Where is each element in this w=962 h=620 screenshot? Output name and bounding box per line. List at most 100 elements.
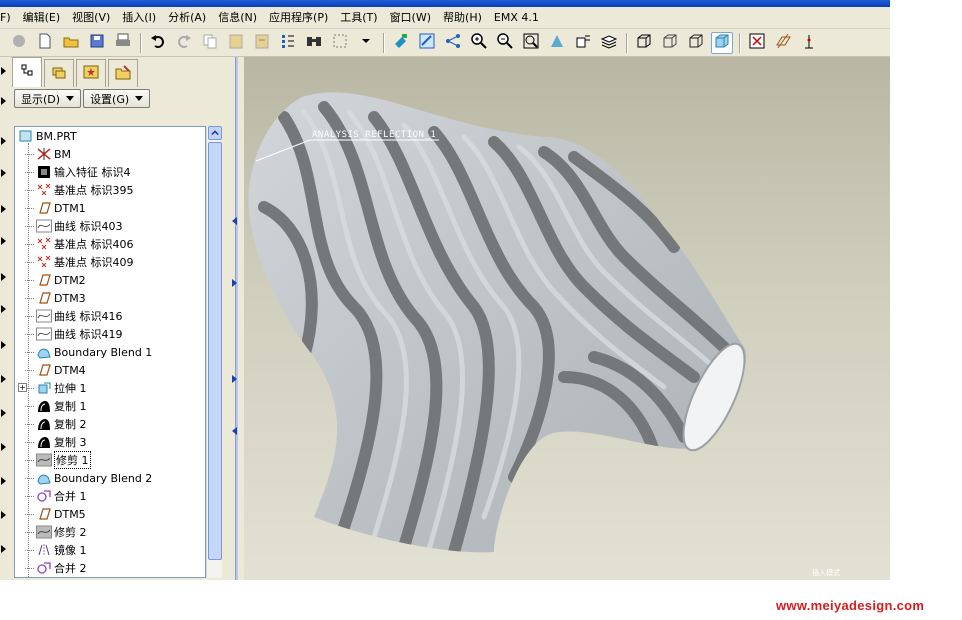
tree-item[interactable]: 合并 1 [25, 487, 87, 505]
expand-arrow-icon[interactable] [1, 375, 6, 383]
repaint-button[interactable] [390, 32, 412, 54]
tree-item[interactable]: + 拉伸 1 [18, 379, 87, 397]
tree-item[interactable]: 曲线 标识416 [25, 307, 123, 325]
expand-arrow-icon[interactable] [1, 273, 6, 281]
tree-item[interactable]: 曲线 标识419 [25, 325, 123, 343]
navigator-tab[interactable] [76, 59, 106, 87]
menu-item[interactable]: 帮助(H) [437, 7, 488, 29]
orient-button[interactable] [442, 32, 464, 54]
expand-arrow-icon[interactable] [1, 137, 6, 145]
tree-item[interactable]: DTM4 [25, 361, 86, 379]
graphics-viewport[interactable]: ANALYSIS_REFLECTION_1 插入模式 [244, 57, 890, 580]
shading-button[interactable] [711, 31, 733, 54]
expand-arrow-icon[interactable] [1, 169, 6, 177]
open-session-button[interactable] [8, 32, 30, 54]
datum-planes-button[interactable] [746, 32, 768, 54]
expand-arrow-icon[interactable] [1, 67, 6, 75]
analysis-annotation[interactable]: ANALYSIS_REFLECTION_1 [312, 130, 436, 140]
reorient-button[interactable] [546, 32, 568, 54]
tree-item[interactable]: Boundary Blend 2 [25, 469, 152, 487]
expand-arrow-icon[interactable] [1, 305, 6, 313]
scroll-thumb[interactable] [208, 142, 222, 560]
redo-button[interactable] [173, 32, 195, 54]
zoom-out-button[interactable] [494, 32, 516, 54]
wireframe-button[interactable] [633, 32, 655, 54]
select-box-button[interactable] [329, 32, 351, 54]
tree-item[interactable]: 复制 2 [25, 415, 87, 433]
datum-axes-button[interactable] [772, 32, 794, 54]
tree-item[interactable]: 合并 2 [25, 559, 87, 577]
tree-item[interactable]: 镜像 1 [25, 541, 87, 559]
datum-points-button[interactable] [798, 32, 820, 54]
expand-arrow-icon[interactable] [1, 511, 6, 519]
scroll-up-button[interactable] [208, 126, 222, 140]
expand-node-icon[interactable]: + [18, 383, 27, 392]
settings-dropdown-button[interactable]: 设置(G) [83, 89, 151, 108]
expand-arrow-icon[interactable] [1, 477, 6, 485]
tree-item[interactable]: 基准点 标识409 [25, 253, 134, 271]
hidden-line-button[interactable] [659, 32, 681, 54]
tree-item[interactable]: DTM2 [25, 271, 86, 289]
print-button[interactable] [112, 32, 134, 54]
menu-item[interactable]: 插入(I) [116, 7, 162, 29]
expand-arrow-icon[interactable] [1, 443, 6, 451]
tree-item[interactable]: DTM3 [25, 289, 86, 307]
expand-arrow-icon[interactable] [1, 237, 6, 245]
tree-item[interactable]: DTM1 [25, 199, 86, 217]
no-hidden-button[interactable] [685, 32, 707, 54]
tree-item[interactable]: Boundary Blend 1 [25, 343, 152, 361]
refit-button[interactable] [520, 32, 542, 54]
saved-views-button[interactable] [572, 32, 594, 54]
new-file-button[interactable] [34, 32, 56, 54]
menu-item[interactable]: 工具(T) [334, 7, 383, 29]
menu-item[interactable]: 应用程序(P) [263, 7, 334, 29]
menu-item[interactable]: F) [0, 7, 17, 29]
expand-right-icon[interactable] [232, 375, 237, 383]
tree-item[interactable]: 基准点 标识395 [25, 181, 134, 199]
tree-item[interactable]: 曲线 标识403 [25, 217, 123, 235]
menu-item[interactable]: 分析(A) [162, 7, 212, 29]
tree-root-label: BM.PRT [36, 129, 77, 143]
tree-root[interactable]: BM.PRT [17, 127, 77, 145]
menu-item[interactable]: EMX 4.1 [488, 7, 545, 29]
menu-item[interactable]: 信息(N) [212, 7, 263, 29]
panel-splitter[interactable] [228, 57, 244, 580]
undo-button[interactable] [147, 32, 169, 54]
model-tree-scrollbar[interactable] [206, 126, 222, 578]
collapse-left-icon[interactable] [232, 427, 237, 435]
menu-item[interactable]: 窗口(W) [384, 7, 437, 29]
open-folder-button[interactable] [60, 32, 82, 54]
tree-item[interactable]: BM [25, 145, 71, 163]
navigator-tab[interactable] [108, 59, 138, 87]
layers-button[interactable] [598, 32, 620, 54]
expand-arrow-icon[interactable] [1, 97, 6, 105]
tree-item[interactable]: DTM5 [25, 505, 86, 523]
tree-item[interactable]: 输入特征 标识4 [25, 163, 131, 181]
tree-item[interactable]: 复制 1 [25, 397, 87, 415]
show-dropdown-button[interactable]: 显示(D) [14, 89, 82, 108]
tree-item[interactable]: 修剪 1 [25, 451, 91, 469]
navigator-tab[interactable] [12, 57, 42, 87]
tree-item[interactable]: 基准点 标识406 [25, 235, 134, 253]
expand-arrow-icon[interactable] [1, 409, 6, 417]
find-button[interactable] [303, 32, 325, 54]
paste-button[interactable] [225, 32, 247, 54]
save-button[interactable] [86, 32, 108, 54]
regenerate-button[interactable] [277, 32, 299, 54]
expand-right-icon[interactable] [232, 279, 237, 287]
expand-arrow-icon[interactable] [1, 205, 6, 213]
menu-item[interactable]: 编辑(E) [17, 7, 67, 29]
tree-item[interactable]: 复制 3 [25, 433, 87, 451]
navigator-tab[interactable] [44, 59, 74, 87]
splitter-bar[interactable] [235, 57, 238, 580]
tree-item[interactable]: 修剪 2 [25, 523, 87, 541]
collapse-left-icon[interactable] [232, 217, 237, 225]
paste-special-button[interactable] [251, 32, 273, 54]
expand-arrow-icon[interactable] [1, 341, 6, 349]
menu-item[interactable]: 视图(V) [66, 7, 116, 29]
expand-arrow-icon[interactable] [1, 545, 6, 553]
copy-button[interactable] [199, 32, 221, 54]
dropdown-arrow-button[interactable] [355, 32, 377, 54]
spin-center-button[interactable] [416, 32, 438, 54]
zoom-in-button[interactable] [468, 32, 490, 54]
